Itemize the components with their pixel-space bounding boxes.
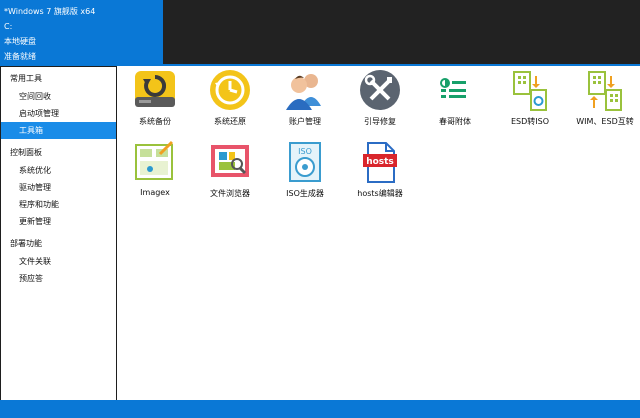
sidebar-item-update-manager[interactable]: 更新管理 xyxy=(1,213,116,230)
toolbox-content: 系统备份 系统还原 账户管理 引导修复 春哥附体 ESD转ISO WIM、ESD… xyxy=(117,66,640,400)
wim-esd-icon xyxy=(588,71,622,111)
sidebar-item-space-recycle[interactable]: 空间回收 xyxy=(1,88,116,105)
hosts-icon-text: hosts xyxy=(366,157,394,167)
tool-wim-esd-convert[interactable]: WIM、ESD互转 xyxy=(570,68,640,138)
disk-type: 本地硬盘 xyxy=(4,37,36,46)
tool-label: hosts编辑器 xyxy=(357,189,403,198)
hosts-file-icon: hosts xyxy=(363,142,397,183)
tool-boot-repair[interactable]: 引导修复 xyxy=(345,68,415,138)
tool-label: 系统还原 xyxy=(214,117,246,126)
tool-label: 春哥附体 xyxy=(439,117,471,126)
sidebar-item-toolbox[interactable]: 工具箱 xyxy=(1,122,116,139)
sidebar-item-startup-manager[interactable]: 启动项管理 xyxy=(1,105,116,122)
sidebar: 常用工具 空间回收 启动项管理 工具箱 控制面板 系统优化 驱动管理 程序和功能… xyxy=(0,66,117,400)
wrench-screwdriver-icon xyxy=(360,70,400,110)
tool-label: 系统备份 xyxy=(139,117,171,126)
iso-disc-icon: ISO xyxy=(289,142,321,182)
esd-iso-icon xyxy=(513,71,547,111)
tool-label: ESD转ISO xyxy=(510,117,550,126)
sidebar-group-common-tools: 常用工具 xyxy=(10,74,42,83)
users-icon xyxy=(286,74,321,110)
header-info-panel: *Windows 7 旗舰版 x64 C: 本地硬盘 准备就绪 xyxy=(0,0,163,66)
tool-chunge-fuhti[interactable]: 春哥附体 xyxy=(420,68,490,138)
sidebar-group-deploy: 部署功能 xyxy=(10,239,42,248)
tool-file-browser[interactable]: 文件浏览器 xyxy=(195,140,265,210)
tool-label: ISO生成器 xyxy=(286,189,324,198)
sidebar-group-control-panel: 控制面板 xyxy=(10,148,42,157)
sidebar-item-programs-features[interactable]: 程序和功能 xyxy=(1,196,116,213)
status-bar xyxy=(0,400,640,418)
restore-clock-icon xyxy=(210,70,250,110)
tool-esd-to-iso[interactable]: ESD转ISO xyxy=(495,68,565,138)
tool-label: 文件浏览器 xyxy=(210,189,250,198)
status-text: 准备就绪 xyxy=(4,52,36,61)
sidebar-item-system-optimize[interactable]: 系统优化 xyxy=(1,162,116,179)
sidebar-item-driver-manager[interactable]: 驱动管理 xyxy=(1,179,116,196)
tool-label: Imagex xyxy=(140,188,170,197)
os-title: *Windows 7 旗舰版 x64 xyxy=(4,7,96,16)
iso-icon-text: ISO xyxy=(298,147,312,156)
tool-imagex[interactable]: Imagex xyxy=(120,140,190,210)
backup-icon xyxy=(135,71,175,107)
tool-label: 引导修复 xyxy=(364,117,396,126)
sidebar-item-file-association[interactable]: 文件关联 xyxy=(1,253,116,270)
tool-system-restore[interactable]: 系统还原 xyxy=(195,68,265,138)
tool-iso-generator[interactable]: ISO ISO生成器 xyxy=(270,140,340,210)
drive-letter: C: xyxy=(4,22,13,31)
tool-label: 账户管理 xyxy=(289,117,321,126)
tool-label: WIM、ESD互转 xyxy=(576,117,634,126)
imagex-icon xyxy=(135,140,174,180)
header-dark-area xyxy=(163,0,640,64)
tool-system-backup[interactable]: 系统备份 xyxy=(120,68,190,138)
tool-hosts-editor[interactable]: hosts hosts编辑器 xyxy=(345,140,415,210)
sidebar-item-pre-answer[interactable]: 预应答 xyxy=(1,270,116,287)
file-browser-icon xyxy=(211,145,249,177)
tool-account-manager[interactable]: 账户管理 xyxy=(270,68,340,138)
toggle-list-icon xyxy=(440,78,466,98)
